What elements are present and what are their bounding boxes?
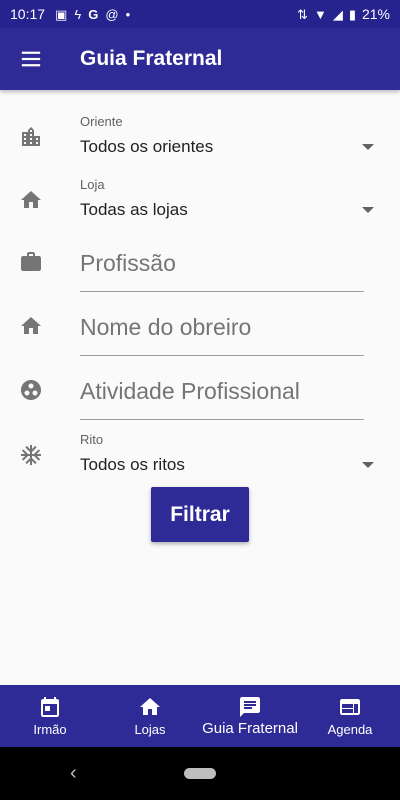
- nav-label-lojas: Lojas: [134, 722, 166, 737]
- calendar-icon: [41, 697, 59, 717]
- bottom-navigation: Irmão Lojas Guia Fraternal Agenda: [0, 685, 400, 747]
- nav-item-irmao[interactable]: Irmão: [0, 685, 100, 747]
- at-icon: @: [105, 6, 119, 22]
- battery-level: 21%: [361, 6, 390, 22]
- image-icon: ▣: [55, 6, 68, 22]
- palette-icon: [18, 377, 44, 403]
- atividade-row: [0, 360, 400, 420]
- atividade-input[interactable]: [80, 360, 364, 420]
- loja-label: Loja: [80, 177, 105, 192]
- obreiro-field[interactable]: [80, 296, 364, 356]
- loja-select[interactable]: Loja Todas as lojas: [0, 173, 400, 225]
- menu-button[interactable]: [0, 28, 62, 90]
- nav-label-guia-fraternal: Guia Fraternal: [202, 720, 298, 737]
- app-bar: Guia Fraternal: [0, 28, 400, 90]
- nav-label-irmao: Irmão: [33, 722, 67, 737]
- rito-select[interactable]: Rito Todos os ritos: [0, 428, 400, 480]
- page-title: Guia Fraternal: [80, 47, 223, 70]
- system-status-icons: ⇅ ▼ ◢ ▮ 21%: [297, 6, 390, 22]
- obreiro-input[interactable]: [80, 296, 364, 356]
- bolt-icon: ϟ: [74, 6, 82, 22]
- obreiro-row: [0, 296, 400, 356]
- wifi-icon: ▼: [313, 6, 327, 22]
- signal-icon: ◢: [332, 6, 343, 22]
- notification-icons: ▣ ϟ G @ •: [55, 8, 130, 21]
- nav-item-guia-fraternal[interactable]: Guia Fraternal: [200, 685, 300, 747]
- rito-value: Todos os ritos: [80, 455, 185, 474]
- nav-item-agenda[interactable]: Agenda: [300, 685, 400, 747]
- oriente-value: Todos os orientes: [80, 137, 214, 156]
- oriente-label: Oriente: [80, 114, 123, 129]
- home-pill-button[interactable]: [184, 768, 216, 779]
- oriente-select[interactable]: Oriente Todos os orientes: [0, 110, 400, 162]
- message-icon: [240, 697, 260, 717]
- profissao-input[interactable]: [80, 232, 364, 292]
- rito-label: Rito: [80, 432, 104, 447]
- status-bar: 10:17 ▣ ϟ G @ • ⇅ ▼ ◢ ▮ 21%: [0, 0, 400, 28]
- atividade-field[interactable]: [80, 360, 364, 420]
- nav-label-agenda: Agenda: [327, 722, 373, 737]
- dot-icon: •: [125, 6, 131, 22]
- back-icon[interactable]: ‹: [70, 762, 77, 785]
- nav-item-lojas[interactable]: Lojas: [100, 685, 200, 747]
- profissao-field[interactable]: [80, 232, 364, 292]
- data-arrows-icon: ⇅: [297, 6, 308, 22]
- chevron-down-icon: [362, 207, 374, 213]
- home-icon: [140, 698, 160, 715]
- profissao-row: [0, 232, 400, 292]
- home-icon: [18, 313, 44, 339]
- home-icon: [18, 187, 44, 213]
- system-navigation-bar: ‹: [0, 747, 400, 800]
- city-icon: [18, 124, 44, 150]
- briefcase-icon: [18, 249, 44, 275]
- chevron-down-icon: [362, 144, 374, 150]
- filter-button[interactable]: Filtrar: [151, 487, 249, 542]
- loja-value: Todas as lojas: [80, 200, 188, 219]
- status-time: 10:17: [10, 6, 46, 22]
- web-icon: [340, 699, 360, 715]
- snowflake-icon: [18, 442, 44, 468]
- chevron-down-icon: [362, 462, 374, 468]
- battery-icon: ▮: [348, 6, 356, 22]
- hamburger-menu-icon: [21, 51, 41, 67]
- google-icon: G: [88, 6, 99, 22]
